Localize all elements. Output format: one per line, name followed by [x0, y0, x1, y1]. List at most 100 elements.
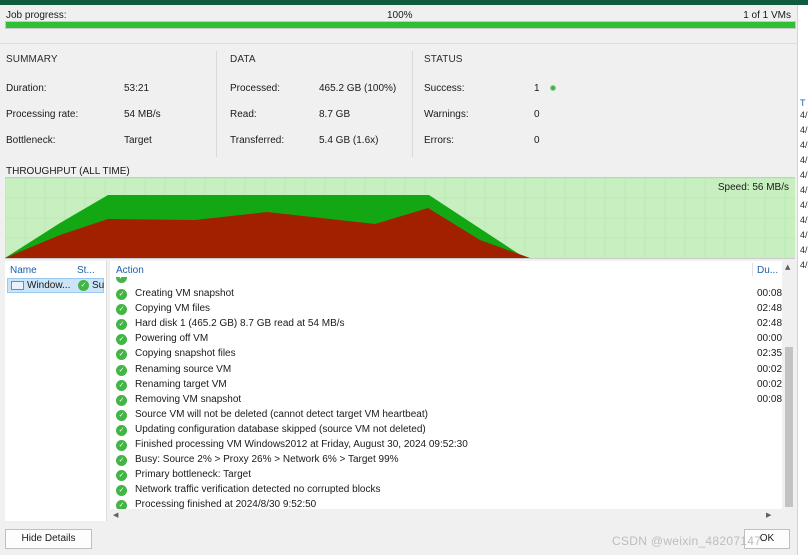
- action-log-header-duration[interactable]: Du...: [757, 265, 778, 276]
- background-edge-text: 4/: [800, 125, 808, 135]
- action-text: Hard disk 1 (465.2 GB) 8.7 GB read at 54…: [135, 318, 345, 330]
- job-details-panel: Job progress: 100% 1 of 1 VMs SUMMARY Du…: [0, 5, 797, 555]
- duration-label: Duration:: [6, 83, 47, 94]
- check-icon: ✓: [116, 440, 127, 451]
- vertical-scroll-thumb[interactable]: [785, 347, 793, 507]
- errors-value: 0: [534, 135, 540, 146]
- action-log-row[interactable]: ✓ Creating VM snapshot 00:08: [115, 288, 783, 303]
- check-icon: ✓: [116, 485, 127, 497]
- bottleneck-label: Bottleneck:: [6, 135, 56, 146]
- action-log[interactable]: Action Du... ✓ Creating VM snapshot 00:08 ✓…: [110, 261, 782, 521]
- duration-value: 53:21: [124, 83, 150, 94]
- background-edge-text: 4/: [800, 140, 808, 150]
- vm-status: Su: [92, 280, 105, 291]
- action-log-row[interactable]: ✓ Primary bottleneck: Target: [115, 469, 780, 484]
- scroll-right-icon[interactable]: ▶: [766, 511, 771, 519]
- check-icon: ✓: [116, 470, 127, 482]
- action-text: Source VM will not be deleted (cannot de…: [135, 408, 428, 420]
- vm-list-header-name[interactable]: Name: [10, 265, 37, 276]
- check-icon: ✓: [116, 334, 127, 346]
- throughput-speed: Speed: 56 MB/s: [717, 182, 789, 193]
- scroll-up-icon[interactable]: ▲: [785, 263, 790, 271]
- action-text: Renaming target VM: [135, 378, 227, 390]
- check-icon: ✓: [116, 277, 127, 283]
- job-progress-bar: [5, 21, 796, 29]
- section-divider: [0, 43, 797, 44]
- success-label: Success:: [424, 83, 465, 94]
- header-divider: [752, 263, 753, 276]
- action-text: Removing VM snapshot: [135, 393, 242, 405]
- job-progress-fill: [6, 22, 795, 28]
- check-icon: ✓: [116, 289, 127, 300]
- check-icon: ✓: [116, 424, 127, 436]
- vm-list[interactable]: Name St... Window... ✓ Su: [5, 261, 107, 521]
- background-edge-text: 4/: [800, 185, 808, 195]
- horizontal-scrollbar[interactable]: ◀ ▶: [110, 509, 796, 521]
- transferred-value: 5.4 GB (1.6x): [319, 135, 379, 146]
- check-icon: ✓: [116, 409, 127, 421]
- action-log-row[interactable]: ✓ Renaming source VM 00:02: [115, 363, 783, 379]
- action-duration: 00:08: [757, 288, 783, 299]
- status-title: STATUS: [424, 54, 463, 65]
- background-edge-text: 4/: [800, 260, 808, 270]
- check-icon: ✓: [116, 349, 127, 361]
- action-text: Copying VM files: [135, 303, 211, 315]
- action-log-row[interactable]: ✓ Hard disk 1 (465.2 GB) 8.7 GB read at 5…: [115, 318, 783, 333]
- read-value: 8.7 GB: [319, 109, 351, 120]
- vm-list-header-status[interactable]: St...: [77, 265, 95, 276]
- vm-list-item[interactable]: Window... ✓ Su: [7, 278, 104, 293]
- action-log-row[interactable]: ✓ Renaming target VM 00:02: [115, 378, 783, 394]
- processed-label: Processed:: [230, 83, 281, 94]
- action-text: Powering off VM: [135, 333, 209, 345]
- watermark: CSDN @weixin_48207147: [612, 534, 762, 548]
- warnings-value: 0: [534, 109, 540, 120]
- success-value: 1: [534, 83, 540, 94]
- check-icon: ✓: [116, 455, 127, 467]
- action-log-row[interactable]: ✓ Finished processing VM Windows2012 at F…: [115, 439, 780, 454]
- background-edge-text: 4/: [800, 245, 808, 255]
- action-log-row[interactable]: ✓ Removing VM snapshot 00:08: [115, 393, 783, 409]
- action-log-row[interactable]: ✓ Busy: Source 2% > Proxy 26% > Network 6…: [115, 454, 780, 469]
- hide-details-button[interactable]: Hide Details: [5, 529, 92, 549]
- action-duration: 02:48: [757, 303, 783, 315]
- action-log-row[interactable]: ✓ Copying VM files 02:48: [115, 303, 783, 318]
- action-log-row[interactable]: ✓ Updating configuration database skipped…: [115, 424, 780, 439]
- action-log-header-action[interactable]: Action: [116, 265, 144, 276]
- throughput-chart: Speed: 56 MB/s: [5, 177, 795, 259]
- check-icon: ✓: [116, 379, 127, 391]
- action-log-row[interactable]: ✓ Network traffic verification detected n…: [115, 484, 780, 499]
- vm-name: Window...: [27, 280, 71, 291]
- warnings-label: Warnings:: [424, 109, 469, 120]
- action-text: Copying snapshot files: [135, 348, 236, 360]
- job-progress-count: 1 of 1 VMs: [743, 10, 791, 21]
- clipped-check-icon: ✓: [116, 277, 127, 283]
- action-duration: 00:02: [757, 378, 783, 390]
- action-duration: 00:00: [757, 333, 783, 345]
- scroll-left-icon[interactable]: ◀: [113, 511, 118, 519]
- read-label: Read:: [230, 109, 257, 120]
- background-window-edge: T 4/4/4/4/4/4/4/4/4/4/4/: [797, 5, 808, 555]
- transferred-label: Transferred:: [230, 135, 285, 146]
- vertical-scrollbar[interactable]: ▲: [782, 261, 796, 509]
- action-log-row[interactable]: ✓ Source VM will not be deleted (cannot d…: [115, 409, 780, 424]
- action-duration: 02:35: [757, 348, 783, 360]
- background-edge-text: 4/: [800, 155, 808, 165]
- job-progress-label: Job progress:: [6, 10, 67, 21]
- action-text: Busy: Source 2% > Proxy 26% > Network 6%…: [135, 454, 399, 466]
- background-edge-text: 4/: [800, 215, 808, 225]
- background-edge-text: 4/: [800, 200, 808, 210]
- vm-icon: [11, 281, 24, 290]
- check-icon: ✓: [116, 364, 127, 376]
- errors-label: Errors:: [424, 135, 454, 146]
- job-progress-percent: 100%: [387, 10, 413, 21]
- action-duration: 00:08: [757, 393, 783, 405]
- throughput-chart-svg: [5, 178, 795, 258]
- processed-value: 465.2 GB (100%): [319, 83, 397, 94]
- action-log-row[interactable]: ✓ Powering off VM 00:00: [115, 333, 783, 348]
- action-text: Network traffic verification detected no…: [135, 484, 381, 496]
- action-duration: 02:48: [757, 318, 783, 330]
- processing-rate-label: Processing rate:: [6, 109, 79, 120]
- action-duration: 00:02: [757, 363, 783, 375]
- data-title: DATA: [230, 54, 256, 65]
- action-log-row[interactable]: ✓ Copying snapshot files 02:35: [115, 348, 783, 363]
